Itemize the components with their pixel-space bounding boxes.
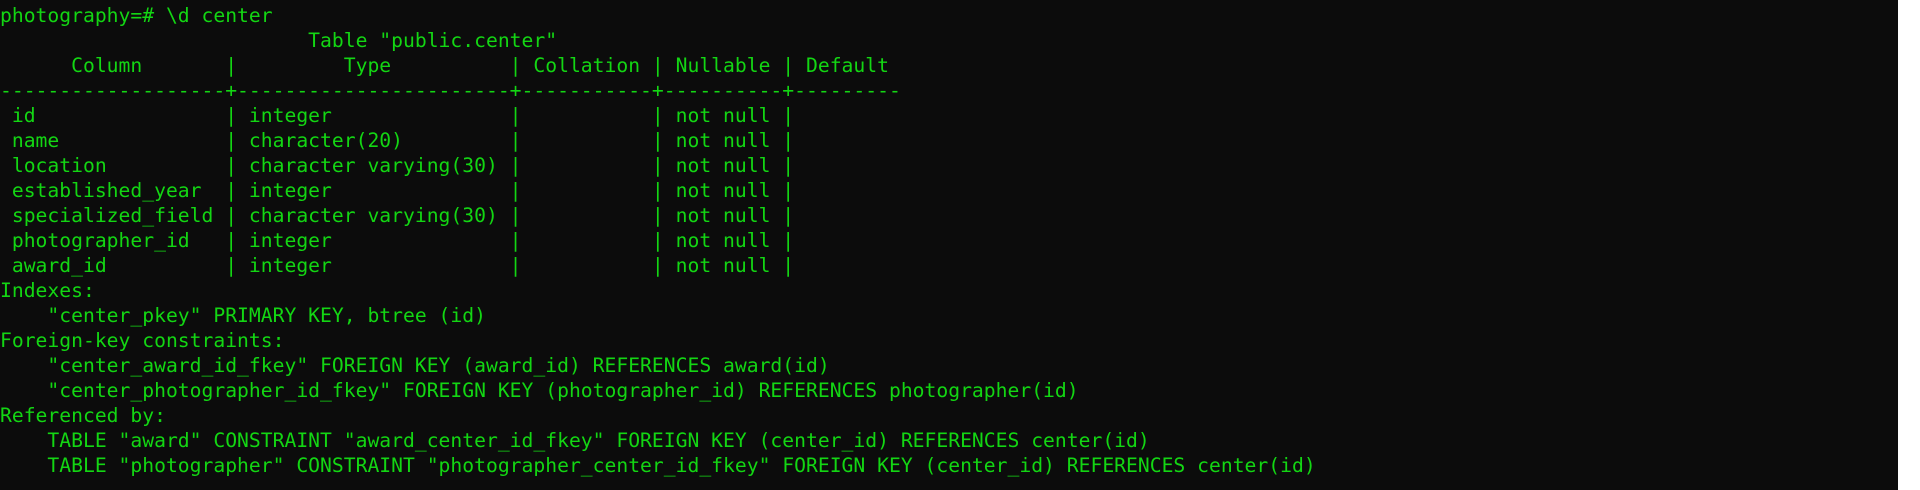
terminal-window[interactable]: photography=# \d center Table "public.ce… xyxy=(0,0,1898,490)
table-row: name | character(20) | | not null | xyxy=(0,129,795,152)
referenced-by-entry: TABLE "award" CONSTRAINT "award_center_i… xyxy=(0,429,1150,452)
window-margin xyxy=(1898,0,1920,490)
referenced-by-heading: Referenced by: xyxy=(0,404,166,427)
table-row: location | character varying(30) | | not… xyxy=(0,154,795,177)
table-row: award_id | integer | | not null | xyxy=(0,254,795,277)
table-separator-line: -------------------+--------------------… xyxy=(0,79,901,102)
index-entry: "center_pkey" PRIMARY KEY, btree (id) xyxy=(0,304,486,327)
foreign-key-entry: "center_award_id_fkey" FOREIGN KEY (awar… xyxy=(0,354,830,377)
indexes-heading: Indexes: xyxy=(0,279,95,302)
table-row: established_year | integer | | not null … xyxy=(0,179,795,202)
table-row: id | integer | | not null | xyxy=(0,104,795,127)
table-title-line: Table "public.center" xyxy=(0,29,558,52)
prompt-command-line: photography=# \d center xyxy=(0,4,273,27)
table-header-line: Column | Type | Collation | Nullable | D… xyxy=(0,54,889,77)
terminal-output: photography=# \d center Table "public.ce… xyxy=(0,0,1898,478)
foreign-key-entry: "center_photographer_id_fkey" FOREIGN KE… xyxy=(0,379,1079,402)
foreign-keys-heading: Foreign-key constraints: xyxy=(0,329,285,352)
table-row: photographer_id | integer | | not null | xyxy=(0,229,795,252)
table-row: specialized_field | character varying(30… xyxy=(0,204,795,227)
referenced-by-entry: TABLE "photographer" CONSTRAINT "photogr… xyxy=(0,454,1316,477)
